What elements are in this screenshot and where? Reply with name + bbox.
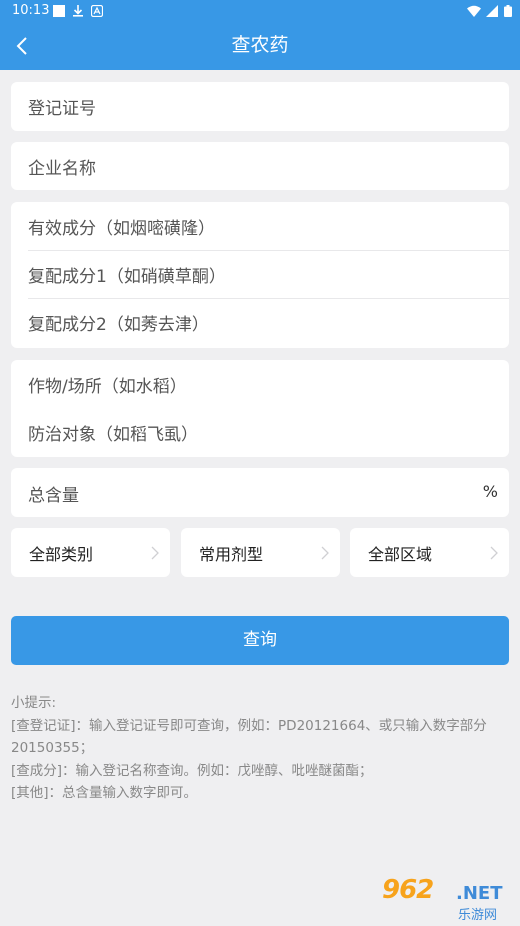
tips-section: 小提示: [查登记证]：输入登记证号即可查询，例如：PD20121664、或只输… — [11, 692, 511, 805]
watermark-site: 乐游网 — [458, 908, 498, 923]
download-icon — [73, 5, 83, 17]
company-name-placeholder: 企业名称 — [28, 159, 96, 179]
control-target-input[interactable]: 防治对象（如稻飞虱） — [11, 409, 509, 457]
region-select-label: 全部区域 — [368, 545, 433, 564]
watermark-number: 962 — [382, 875, 434, 905]
formulation-select-label: 常用剂型 — [199, 545, 264, 564]
tips-line-ingredient: [查成分]：输入登记名称查询。例如：戊唑醇、吡唑醚菌酯； — [11, 762, 373, 779]
compound-ingredient-2-placeholder: 复配成分2（如莠去津） — [28, 315, 209, 335]
ingredients-card: 有效成分（如烟嘧磺隆） 复配成分1（如硝磺草酮） 复配成分2（如莠去津） — [11, 202, 509, 348]
formulation-select[interactable]: 常用剂型 — [181, 528, 340, 577]
active-ingredient-input[interactable]: 有效成分（如烟嘧磺隆） — [11, 202, 509, 250]
status-time: 10:13 — [12, 3, 50, 18]
watermark-logo: 962 .NET 乐游网 — [382, 875, 516, 923]
status-bar: 10:13 — [0, 0, 520, 22]
active-ingredient-placeholder: 有效成分（如烟嘧磺隆） — [28, 219, 215, 239]
query-button[interactable]: 查询 — [11, 616, 509, 665]
percent-unit: % — [482, 482, 498, 501]
app-bar: 查农药 — [0, 22, 520, 70]
page-title: 查农药 — [231, 34, 289, 56]
crop-site-input[interactable]: 作物/场所（如水稻） — [11, 360, 509, 408]
chevron-right-icon — [490, 546, 498, 560]
control-target-placeholder: 防治对象（如稻飞虱） — [28, 425, 198, 445]
chevron-right-icon — [151, 546, 159, 560]
category-select-label: 全部类别 — [29, 545, 94, 564]
category-select[interactable]: 全部类别 — [11, 528, 170, 577]
wifi-icon — [467, 5, 481, 17]
notification-square-icon — [53, 5, 65, 17]
watermark-net: .NET — [456, 883, 503, 904]
compound-ingredient-2-input[interactable]: 复配成分2（如莠去津） — [11, 299, 509, 348]
tips-title: 小提示: — [11, 695, 57, 711]
battery-icon — [504, 5, 512, 17]
total-content-placeholder: 总含量 — [28, 486, 79, 506]
app-notification-icon — [91, 5, 103, 17]
total-content-input[interactable]: 总含量 % — [11, 468, 509, 517]
registration-no-placeholder: 登记证号 — [28, 99, 96, 119]
compound-ingredient-1-input[interactable]: 复配成分1（如硝磺草酮） — [11, 251, 509, 299]
tips-line-registration: [查登记证]：输入登记证号即可查询，例如：PD20121664、或只输入数字部分… — [11, 717, 487, 757]
crop-site-placeholder: 作物/场所（如水稻） — [28, 377, 187, 397]
company-name-input[interactable]: 企业名称 — [11, 142, 509, 190]
tips-line-other: [其他]：总含量输入数字即可。 — [11, 785, 198, 801]
region-select[interactable]: 全部区域 — [350, 528, 509, 577]
target-card: 作物/场所（如水稻） 防治对象（如稻飞虱） — [11, 360, 509, 457]
chevron-right-icon — [321, 546, 329, 560]
signal-icon — [486, 5, 498, 17]
registration-no-input[interactable]: 登记证号 — [11, 82, 509, 131]
compound-ingredient-1-placeholder: 复配成分1（如硝磺草酮） — [28, 267, 226, 287]
